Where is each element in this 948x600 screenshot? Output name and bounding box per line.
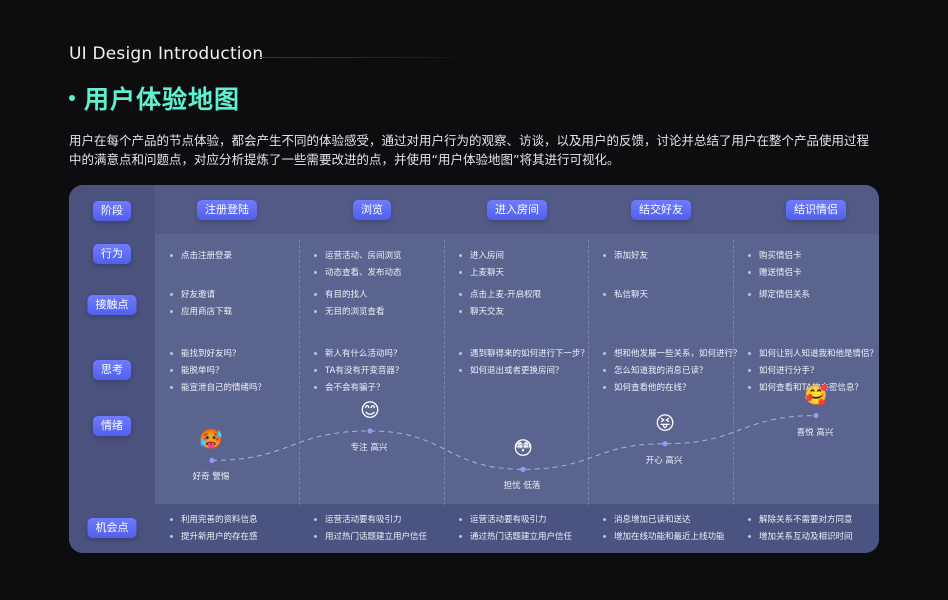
think-item: 遇到聊得来的如何进行下一步？ — [459, 345, 589, 362]
think-item: 想和他发展一些关系，如何进行？ — [603, 345, 742, 362]
think-item: 如何退出或者更换房间？ — [459, 362, 589, 379]
action-item: 运营活动、房间浏览 — [314, 247, 402, 264]
intro-divider — [258, 57, 453, 58]
touch-cell: 好友邀请 应用商店下载 — [170, 286, 232, 320]
touch-item: 聊天交友 — [459, 303, 541, 320]
touch-item: 应用商店下载 — [170, 303, 232, 320]
think-item: TA有没有开变音器？ — [314, 362, 403, 379]
emotion-label: 担忧 低落 — [503, 481, 541, 492]
column-divider — [299, 240, 300, 505]
chance-item: 增加关系互动及相识时间 — [748, 528, 853, 545]
action-item: 购买情侣卡 — [748, 247, 802, 264]
emotion-emoji-icon: 🥰 — [804, 384, 828, 407]
emotion-label: 专注 高兴 — [350, 442, 388, 453]
stage-pill: 结识情侣 — [786, 200, 846, 220]
column-divider — [444, 240, 445, 505]
emotion-label: 好奇 警惕 — [192, 472, 230, 483]
emotion-point — [520, 466, 526, 472]
action-cell: 购买情侣卡 赠送情侣卡 — [748, 247, 802, 281]
intro-heading: UI Design Introduction — [69, 44, 264, 64]
touch-cell: 绑定情侣关系 — [748, 286, 810, 303]
page-title: 用户体验地图 — [84, 85, 241, 114]
action-item: 上麦聊天 — [459, 264, 504, 281]
think-cell: 遇到聊得来的如何进行下一步？ 如何退出或者更换房间？ — [459, 345, 589, 379]
chance-cell: 消息增加已读和送达 增加在线功能和最近上线功能 — [603, 511, 725, 545]
touch-item: 好友邀请 — [170, 286, 232, 303]
think-item: 能脱单吗？ — [170, 362, 266, 379]
stage-pill: 注册登陆 — [197, 200, 257, 220]
stage-pill: 浏览 — [353, 200, 391, 220]
action-cell: 进入房间 上麦聊天 — [459, 247, 504, 281]
think-item: 新人有什么活动吗？ — [314, 345, 403, 362]
chance-item: 增加在线功能和最近上线功能 — [603, 528, 725, 545]
action-cell: 添加好友 — [603, 247, 648, 264]
think-cell: 新人有什么活动吗？ TA有没有开变音器？ 会不会有骗子？ — [314, 345, 403, 396]
emotion-label: 喜悦 高兴 — [796, 427, 834, 438]
chance-item: 提升新用户的存在感 — [170, 528, 258, 545]
chance-cell: 利用完善的资料信息 提升新用户的存在感 — [170, 511, 258, 545]
chance-cell: 运营活动要有吸引力 通过热门话题建立用户信任 — [459, 511, 572, 545]
touch-cell: 点击上麦-开启权限 聊天交友 — [459, 286, 541, 320]
chance-cell: 运营活动要有吸引力 用过热门话题建立用户信任 — [314, 511, 427, 545]
action-item: 进入房间 — [459, 247, 504, 264]
think-item: 怎么知道我的消息已读？ — [603, 362, 742, 379]
touch-item: 无目的浏览查看 — [314, 303, 385, 320]
action-item: 赠送情侣卡 — [748, 264, 802, 281]
touch-item: 绑定情侣关系 — [748, 286, 810, 303]
emotion-emoji-icon: 😝 — [655, 412, 675, 435]
chance-item: 运营活动要有吸引力 — [459, 511, 572, 528]
emotion-emoji-icon: 😊 — [360, 399, 380, 422]
think-item: 能找到好友吗？ — [170, 345, 266, 362]
emotion-point — [367, 428, 373, 434]
stage-pill: 进入房间 — [487, 200, 547, 220]
think-item: 如何查看他的在线？ — [603, 379, 742, 396]
think-item: 能宣泄自己的情绪吗？ — [170, 379, 266, 396]
emotion-emoji-icon: 😳 — [513, 437, 533, 460]
action-cell: 点击注册登录 — [170, 247, 232, 264]
chance-item: 消息增加已读和送达 — [603, 511, 725, 528]
touch-item: 私信聊天 — [603, 286, 648, 303]
touch-cell: 私信聊天 — [603, 286, 648, 303]
chance-item: 运营活动要有吸引力 — [314, 511, 427, 528]
think-cell: 能找到好友吗？ 能脱单吗？ 能宣泄自己的情绪吗？ — [170, 345, 266, 396]
emotion-point — [209, 457, 215, 463]
title-group: 用户体验地图 — [69, 80, 240, 116]
chance-item: 用过热门话题建立用户信任 — [314, 528, 427, 545]
stage-pill: 结交好友 — [631, 200, 691, 220]
action-item: 添加好友 — [603, 247, 648, 264]
bullet-dot — [69, 95, 75, 101]
description: 用户在每个产品的节点体验，都会产生不同的体验感受，通过对用户行为的观察、访谈，以… — [69, 133, 870, 167]
action-item: 动态查看、发布动态 — [314, 264, 402, 281]
touch-item: 有目的找人 — [314, 286, 385, 303]
chance-cell: 解除关系不需要对方同意 增加关系互动及相识时间 — [748, 511, 853, 545]
touch-cell: 有目的找人 无目的浏览查看 — [314, 286, 385, 320]
think-item: 会不会有骗子？ — [314, 379, 403, 396]
emotion-point — [813, 412, 819, 419]
chance-item: 解除关系不需要对方同意 — [748, 511, 853, 528]
touch-item: 点击上麦-开启权限 — [459, 286, 541, 303]
think-cell: 想和他发展一些关系，如何进行？ 怎么知道我的消息已读？ 如何查看他的在线？ — [603, 345, 742, 396]
action-cell: 运营活动、房间浏览 动态查看、发布动态 — [314, 247, 402, 281]
emotion-label: 开心 高兴 — [645, 455, 683, 466]
emotion-point — [662, 441, 668, 447]
emotion-emoji-icon: 🥵 — [199, 428, 223, 451]
action-item: 点击注册登录 — [170, 247, 232, 264]
think-item: 如何让别人知道我和他是情侣？ — [748, 345, 878, 362]
chance-item: 通过热门话题建立用户信任 — [459, 528, 572, 545]
experience-map-board: 阶段 行为 接触点 思考 情绪 机会点 注册登陆 点击注册登录 好友邀请 应用商店下载… — [69, 185, 879, 553]
think-item: 如何进行分手？ — [748, 362, 878, 379]
chance-item: 利用完善的资料信息 — [170, 511, 258, 528]
